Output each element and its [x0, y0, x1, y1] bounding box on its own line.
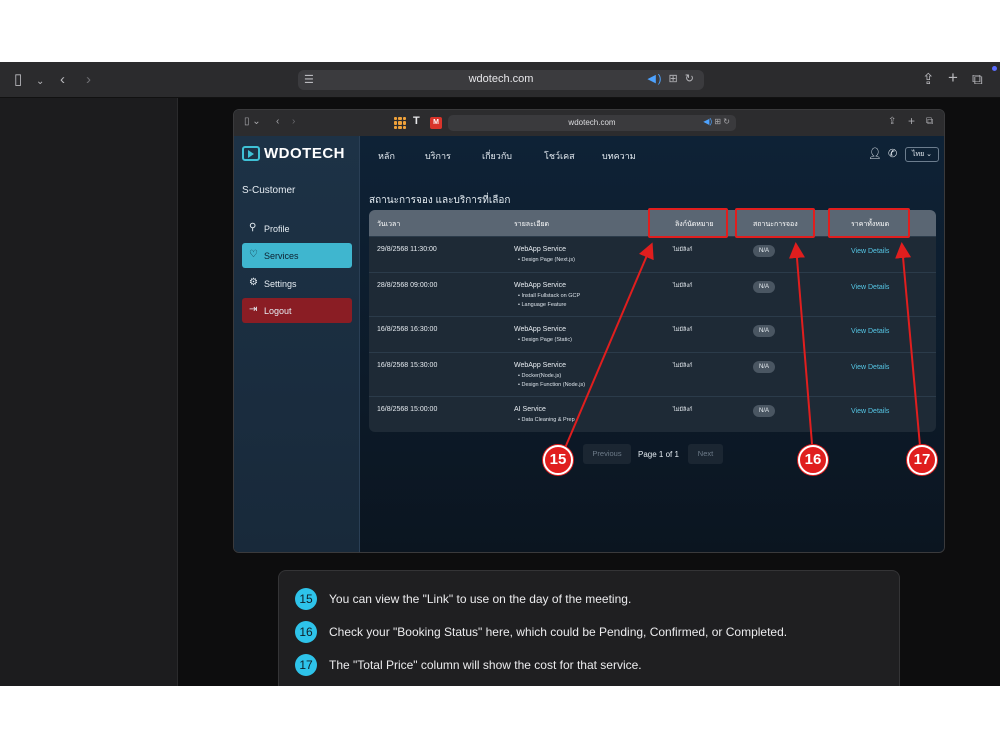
arrow-15: [564, 242, 654, 449]
note-number: 16: [295, 621, 317, 643]
notes-panel: 15 You can view the "Link" to use on the…: [278, 570, 900, 686]
note-number: 15: [295, 588, 317, 610]
tutorial-screenshot: ▯ ⌄ ‹ › ☰ wdotech.com ◀︎) ⊞ ↻ ⇪ + ⧉ ▯ ⌄ …: [0, 0, 1000, 750]
annotation-badge-17: 17: [907, 445, 937, 475]
note-text: The "Total Price" column will show the c…: [329, 658, 642, 672]
annotation-badge-16: 16: [798, 445, 828, 475]
note-text: Check your "Booking Status" here, which …: [329, 625, 788, 639]
annotation-badge-15: 15: [543, 445, 573, 475]
note-number: 17: [295, 654, 317, 676]
arrow-16: [788, 242, 813, 445]
arrow-17: [895, 242, 921, 447]
note-text: You can view the "Link" to use on the da…: [329, 592, 632, 606]
